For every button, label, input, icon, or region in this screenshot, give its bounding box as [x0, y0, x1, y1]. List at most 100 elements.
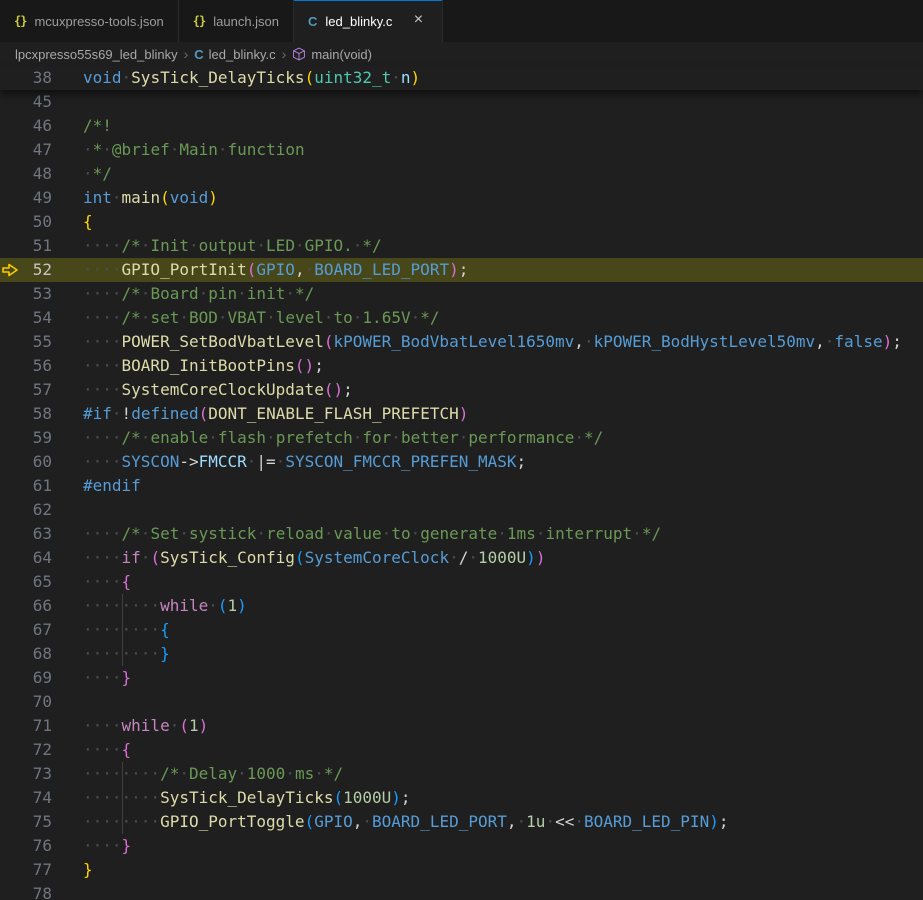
breadcrumb-item-symbol[interactable]: main(void) — [292, 47, 372, 62]
line-number[interactable]: 62 — [20, 498, 52, 522]
line-number[interactable]: 61 — [20, 474, 52, 498]
code-line[interactable]: 62 — [0, 498, 923, 522]
code-line[interactable]: 78 — [0, 882, 923, 900]
code-line[interactable]: 55····POWER_SetBodVbatLevel(kPOWER_BodVb… — [0, 330, 923, 354]
code-line[interactable]: 46/*! — [0, 114, 923, 138]
glyph-margin[interactable] — [0, 522, 20, 546]
line-number[interactable]: 66 — [20, 594, 52, 618]
line-number[interactable]: 48 — [20, 162, 52, 186]
line-number[interactable]: 49 — [20, 186, 52, 210]
line-number[interactable]: 47 — [20, 138, 52, 162]
close-icon[interactable]: × — [408, 11, 428, 31]
code-line[interactable]: 51····/*·Init·output·LED·GPIO.·*/ — [0, 234, 923, 258]
code-line[interactable]: 66········while·(1) — [0, 594, 923, 618]
line-number[interactable]: 53 — [20, 282, 52, 306]
line-number[interactable]: 46 — [20, 114, 52, 138]
code-line[interactable]: 59····/*·enable·flash·prefetch·for·bette… — [0, 426, 923, 450]
glyph-margin[interactable] — [0, 210, 20, 234]
code-line[interactable]: 58#if·!defined(DONT_ENABLE_FLASH_PREFETC… — [0, 402, 923, 426]
code-line[interactable]: 49int·main(void) — [0, 186, 923, 210]
code-line[interactable]: 64····if·(SysTick_Config(SystemCoreClock… — [0, 546, 923, 570]
code-line[interactable]: 69····} — [0, 666, 923, 690]
sticky-line[interactable]: 38void·SysTick_DelayTicks(uint32_t·n) — [0, 66, 923, 90]
glyph-margin[interactable] — [0, 162, 20, 186]
code-line[interactable]: 50{ — [0, 210, 923, 234]
code-line[interactable]: 47·*·@brief·Main·function — [0, 138, 923, 162]
code-line[interactable]: 77} — [0, 858, 923, 882]
glyph-margin[interactable] — [0, 426, 20, 450]
code-line[interactable]: 56····BOARD_InitBootPins(); — [0, 354, 923, 378]
glyph-margin[interactable] — [0, 138, 20, 162]
glyph-margin[interactable] — [0, 234, 20, 258]
code-line[interactable]: 60····SYSCON->FMCCR·|=·SYSCON_FMCCR_PREF… — [0, 450, 923, 474]
glyph-margin[interactable] — [0, 810, 20, 834]
code-line[interactable]: 54····/*·set·BOD·VBAT·level·to·1.65V·*/ — [0, 306, 923, 330]
line-number[interactable]: 77 — [20, 858, 52, 882]
tab-led-blinky-c[interactable]: C led_blinky.c × — [294, 0, 443, 42]
glyph-margin[interactable] — [0, 450, 20, 474]
glyph-margin[interactable] — [0, 642, 20, 666]
line-number[interactable]: 64 — [20, 546, 52, 570]
line-number[interactable]: 73 — [20, 762, 52, 786]
line-number[interactable]: 69 — [20, 666, 52, 690]
tab-mcuxpresso-tools-json[interactable]: {} mcuxpresso-tools.json — [0, 0, 179, 42]
code-line[interactable]: 73········/*·Delay·1000·ms·*/ — [0, 762, 923, 786]
glyph-margin[interactable] — [0, 402, 20, 426]
code-line[interactable]: 75········GPIO_PortToggle(GPIO,·BOARD_LE… — [0, 810, 923, 834]
line-number[interactable]: 50 — [20, 210, 52, 234]
line-number[interactable]: 52 — [20, 258, 52, 282]
breadcrumb-item-project[interactable]: lpcxpresso55s69_led_blinky — [15, 47, 178, 62]
line-number[interactable]: 70 — [20, 690, 52, 714]
line-number[interactable]: 65 — [20, 570, 52, 594]
code-line[interactable]: 53····/*·Board·pin·init·*/ — [0, 282, 923, 306]
line-number[interactable]: 54 — [20, 306, 52, 330]
glyph-margin[interactable] — [0, 498, 20, 522]
glyph-margin[interactable] — [0, 594, 20, 618]
line-number[interactable]: 38 — [20, 66, 52, 90]
glyph-margin[interactable] — [0, 186, 20, 210]
code-line[interactable]: 71····while·(1) — [0, 714, 923, 738]
glyph-margin[interactable] — [0, 378, 20, 402]
line-number[interactable]: 75 — [20, 810, 52, 834]
glyph-margin[interactable] — [0, 882, 20, 900]
glyph-margin[interactable] — [0, 90, 20, 114]
line-number[interactable]: 59 — [20, 426, 52, 450]
glyph-margin[interactable] — [0, 354, 20, 378]
glyph-margin[interactable] — [0, 570, 20, 594]
glyph-margin[interactable] — [0, 282, 20, 306]
tab-launch-json[interactable]: {} launch.json — [179, 0, 294, 42]
line-number[interactable]: 76 — [20, 834, 52, 858]
code-line[interactable]: 52····GPIO_PortInit(GPIO,·BOARD_LED_PORT… — [0, 258, 923, 282]
line-number[interactable]: 68 — [20, 642, 52, 666]
code-line[interactable]: 68········} — [0, 642, 923, 666]
glyph-margin[interactable] — [0, 738, 20, 762]
line-number[interactable]: 45 — [20, 90, 52, 114]
line-number[interactable]: 57 — [20, 378, 52, 402]
glyph-margin[interactable] — [0, 786, 20, 810]
code-line[interactable]: 67········{ — [0, 618, 923, 642]
code-line[interactable]: 74········SysTick_DelayTicks(1000U); — [0, 786, 923, 810]
code-line[interactable]: 63····/*·Set·systick·reload·value·to·gen… — [0, 522, 923, 546]
code-line[interactable]: 72····{ — [0, 738, 923, 762]
line-number[interactable]: 71 — [20, 714, 52, 738]
glyph-margin[interactable] — [0, 690, 20, 714]
code-line[interactable]: 48·*/ — [0, 162, 923, 186]
code-line[interactable]: 65····{ — [0, 570, 923, 594]
code-line[interactable]: 45 — [0, 90, 923, 114]
glyph-margin[interactable] — [0, 666, 20, 690]
glyph-margin[interactable] — [0, 714, 20, 738]
line-number[interactable]: 58 — [20, 402, 52, 426]
glyph-margin[interactable] — [0, 546, 20, 570]
glyph-margin[interactable] — [0, 834, 20, 858]
line-number[interactable]: 55 — [20, 330, 52, 354]
line-number[interactable]: 56 — [20, 354, 52, 378]
glyph-margin[interactable] — [0, 306, 20, 330]
glyph-margin[interactable] — [0, 858, 20, 882]
glyph-margin[interactable] — [0, 474, 20, 498]
breadcrumb-item-file[interactable]: C led_blinky.c — [194, 47, 275, 62]
line-number[interactable]: 63 — [20, 522, 52, 546]
code-line[interactable]: 70 — [0, 690, 923, 714]
code-line[interactable]: 76····} — [0, 834, 923, 858]
glyph-margin[interactable] — [0, 66, 20, 90]
glyph-margin[interactable] — [0, 762, 20, 786]
